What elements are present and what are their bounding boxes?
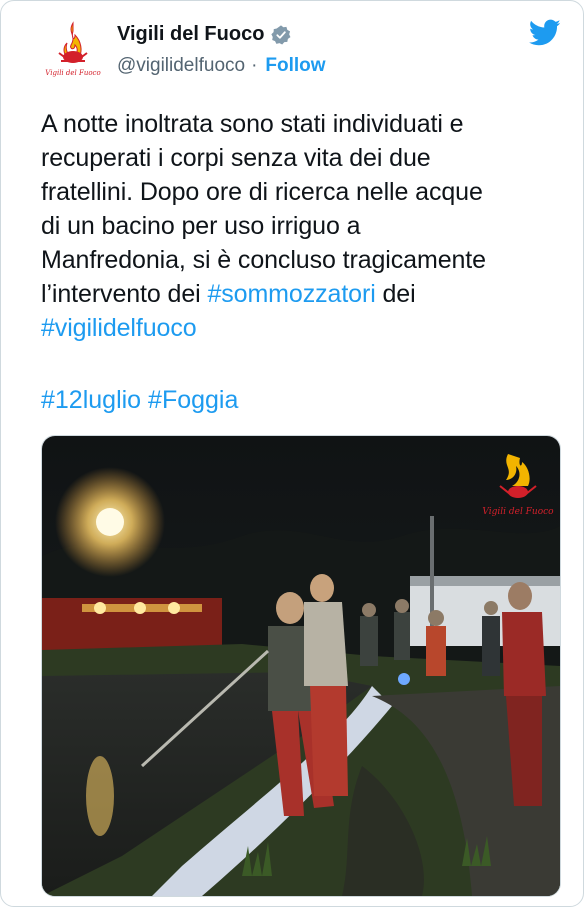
separator: ·: [251, 55, 258, 76]
watermark-text: Vigili del Fuoco: [482, 507, 554, 517]
text-line: fratellini. Dopo ore di ricerca nelle ac…: [41, 178, 483, 206]
avatar[interactable]: Vigili del Fuoco: [41, 19, 105, 83]
text-line: l’intervento dei: [41, 280, 208, 308]
hashtag-vigilidelfuoco[interactable]: #vigilidelfuoco: [41, 314, 197, 342]
night-rescue-photo: Vigili del Fuoco: [42, 436, 560, 896]
handle-row: @vigilidelfuoco · Follow: [117, 55, 326, 77]
tweet-card: Vigili del Fuoco Vigili del Fuoco @vigil…: [0, 0, 584, 907]
hashtag-foggia[interactable]: #Foggia: [148, 386, 238, 414]
logo-text: Vigili del Fuoco: [45, 69, 100, 77]
tweet-photo[interactable]: Vigili del Fuoco: [41, 435, 561, 897]
account-name[interactable]: Vigili del Fuoco: [117, 23, 264, 46]
text-line: Manfredonia, si è concluso tragicamente: [41, 246, 486, 274]
verified-badge-icon: [271, 24, 291, 44]
hashtag-12luglio[interactable]: #12luglio: [41, 386, 141, 414]
tweet-text: A notte inoltrata sono stati individuati…: [41, 107, 561, 345]
twitter-bird-icon[interactable]: [529, 19, 561, 47]
name-row: Vigili del Fuoco: [117, 23, 292, 46]
handle[interactable]: @vigilidelfuoco: [117, 55, 245, 77]
text-line: A notte inoltrata sono stati individuati…: [41, 110, 464, 138]
text-line: dei: [375, 280, 416, 308]
hashtag-sommozzatori[interactable]: #sommozzatori: [207, 280, 375, 308]
text-line: di un bacino per uso irriguo a: [41, 212, 361, 240]
follow-button[interactable]: Follow: [265, 55, 325, 77]
hashtag-row: #12luglio #Foggia: [41, 383, 238, 417]
tweet-header: Vigili del Fuoco Vigili del Fuoco @vigil…: [41, 19, 561, 89]
text-line: recuperati i corpi senza vita dei due: [41, 144, 431, 172]
